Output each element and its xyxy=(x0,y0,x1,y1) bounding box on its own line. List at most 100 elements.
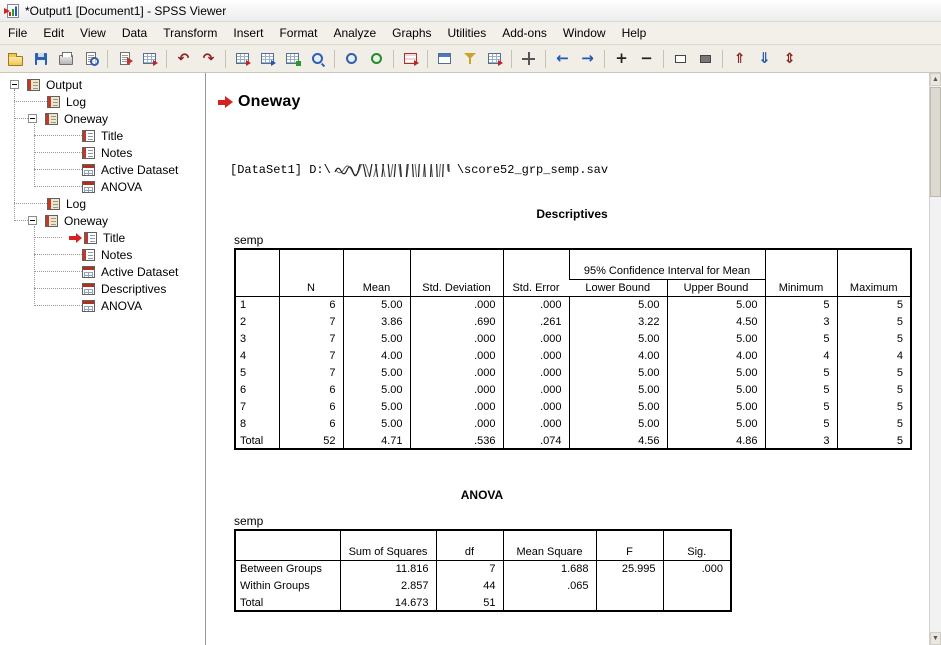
demote-outline-button[interactable]: → xyxy=(576,47,599,70)
show-variables-button[interactable] xyxy=(365,47,388,70)
menu-graphs[interactable]: Graphs xyxy=(384,22,439,44)
find-icon xyxy=(312,53,323,64)
scroll-track[interactable] xyxy=(930,86,941,632)
find-button[interactable] xyxy=(306,47,329,70)
goto-output-icon xyxy=(488,53,501,64)
insert-title-button[interactable]: ⇓ xyxy=(753,47,776,70)
menu-file[interactable]: File xyxy=(0,22,35,44)
menu-view[interactable]: View xyxy=(72,22,114,44)
menu-utilities[interactable]: Utilities xyxy=(440,22,495,44)
table-cell: .261 xyxy=(503,313,569,330)
scroll-down-button[interactable]: ▼ xyxy=(930,632,941,645)
recall-dialogs-button[interactable] xyxy=(138,47,161,70)
show-output-button[interactable] xyxy=(669,47,692,70)
variables-icon xyxy=(286,53,299,64)
table-cell: .000 xyxy=(503,381,569,398)
undo-button[interactable]: ↶ xyxy=(172,47,195,70)
outline-item-log[interactable]: Log xyxy=(0,93,205,110)
outline-item-descriptives[interactable]: Descriptives xyxy=(0,280,205,297)
table-cell: 6 xyxy=(279,381,343,398)
toolbar-separator xyxy=(225,50,226,68)
variables-button[interactable] xyxy=(281,47,304,70)
print-preview-button[interactable] xyxy=(79,47,102,70)
export-output-button[interactable] xyxy=(113,47,136,70)
vertical-scrollbar[interactable]: ▲ ▼ xyxy=(929,73,941,645)
save-button[interactable] xyxy=(29,47,52,70)
redo-button[interactable]: ↷ xyxy=(197,47,220,70)
table-cell: 52 xyxy=(279,432,343,449)
outline-item-label: ANOVA xyxy=(99,299,144,313)
table-cell: 3.22 xyxy=(569,313,667,330)
open-file-button[interactable] xyxy=(4,47,27,70)
filter-display-button[interactable] xyxy=(458,47,481,70)
menu-edit[interactable]: Edit xyxy=(35,22,72,44)
outline-item-anova[interactable]: ANOVA xyxy=(0,297,205,314)
menu-analyze[interactable]: Analyze xyxy=(325,22,384,44)
table-cell: .000 xyxy=(503,296,569,313)
menu-data[interactable]: Data xyxy=(114,22,155,44)
insert-text-button[interactable]: ⇕ xyxy=(778,47,801,70)
outline-item-title[interactable]: Title xyxy=(0,229,205,246)
outline-item-label: ANOVA xyxy=(99,180,144,194)
toolbar-separator xyxy=(722,50,723,68)
row-label: Total xyxy=(235,594,340,611)
table-cell: 6 xyxy=(279,398,343,415)
hide-output-button[interactable] xyxy=(694,47,717,70)
tree-expander[interactable] xyxy=(28,216,37,225)
outline-item-label: Notes xyxy=(99,248,134,262)
designate-window-button[interactable] xyxy=(433,47,456,70)
menu-window[interactable]: Window xyxy=(555,22,614,44)
heading-row: Oneway xyxy=(216,93,929,111)
print-button[interactable] xyxy=(54,47,77,70)
toolbar-separator xyxy=(107,50,108,68)
row-label: 6 xyxy=(235,381,279,398)
tree-connector xyxy=(34,169,82,170)
table-cell: .000 xyxy=(410,381,503,398)
menu-help[interactable]: Help xyxy=(614,22,655,44)
tree-expander[interactable] xyxy=(28,114,37,123)
table-cell: 5.00 xyxy=(569,415,667,432)
scroll-thumb[interactable] xyxy=(930,87,941,197)
undo-icon: ↶ xyxy=(178,52,190,66)
insert-text-icon: ⇕ xyxy=(784,52,796,66)
select-objects-button[interactable] xyxy=(517,47,540,70)
outline-item-anova[interactable]: ANOVA xyxy=(0,178,205,195)
dataset-log-line[interactable]: [DataSet1] D:\ \score52_grp_semp.sav xyxy=(230,163,929,177)
outline-item-oneway[interactable]: Oneway xyxy=(0,212,205,229)
goto-output-button[interactable] xyxy=(483,47,506,70)
descriptives-table[interactable]: N Mean Std. Deviation Std. Error 95% Con… xyxy=(234,248,912,450)
select-objects-icon xyxy=(522,52,535,65)
scroll-up-button[interactable]: ▲ xyxy=(930,73,941,86)
outline-item-active-dataset[interactable]: Active Dataset xyxy=(0,263,205,280)
column-header: Mean xyxy=(343,249,410,296)
anova-table[interactable]: Sum of Squares df Mean Square F Sig. Bet… xyxy=(234,529,732,612)
outline-item-title[interactable]: Title xyxy=(0,127,205,144)
collapse-outline-button[interactable]: − xyxy=(635,47,658,70)
menu-insert[interactable]: Insert xyxy=(225,22,271,44)
menu-transform[interactable]: Transform xyxy=(155,22,225,44)
outline-item-active-dataset[interactable]: Active Dataset xyxy=(0,161,205,178)
use-variable-sets-button[interactable] xyxy=(340,47,363,70)
outline-item-notes[interactable]: Notes xyxy=(0,246,205,263)
tree-expander[interactable] xyxy=(10,80,19,89)
select-last-output-button[interactable] xyxy=(399,47,422,70)
menu-format[interactable]: Format xyxy=(271,22,325,44)
table-cell: .074 xyxy=(503,432,569,449)
goto-case-button[interactable] xyxy=(256,47,279,70)
outline-item-output[interactable]: Output xyxy=(0,76,205,93)
menu-add-ons[interactable]: Add-ons xyxy=(494,22,555,44)
outline-item-log[interactable]: Log xyxy=(0,195,205,212)
outline-item-notes[interactable]: Notes xyxy=(0,144,205,161)
table-cell: 5 xyxy=(837,432,911,449)
expand-outline-button[interactable]: + xyxy=(610,47,633,70)
output-heading[interactable]: Oneway xyxy=(238,93,301,111)
promote-outline-button[interactable]: ← xyxy=(551,47,574,70)
table-row: 865.00.000.0005.005.0055 xyxy=(235,415,911,432)
stub-header xyxy=(235,249,279,296)
outline-item-oneway[interactable]: Oneway xyxy=(0,110,205,127)
spss-viewer-window: *Output1 [Document1] - SPSS Viewer FileE… xyxy=(0,0,941,645)
goto-data-button[interactable] xyxy=(231,47,254,70)
toolbar-separator xyxy=(334,50,335,68)
table-cell: 6 xyxy=(279,296,343,313)
insert-heading-button[interactable]: ⇑ xyxy=(728,47,751,70)
